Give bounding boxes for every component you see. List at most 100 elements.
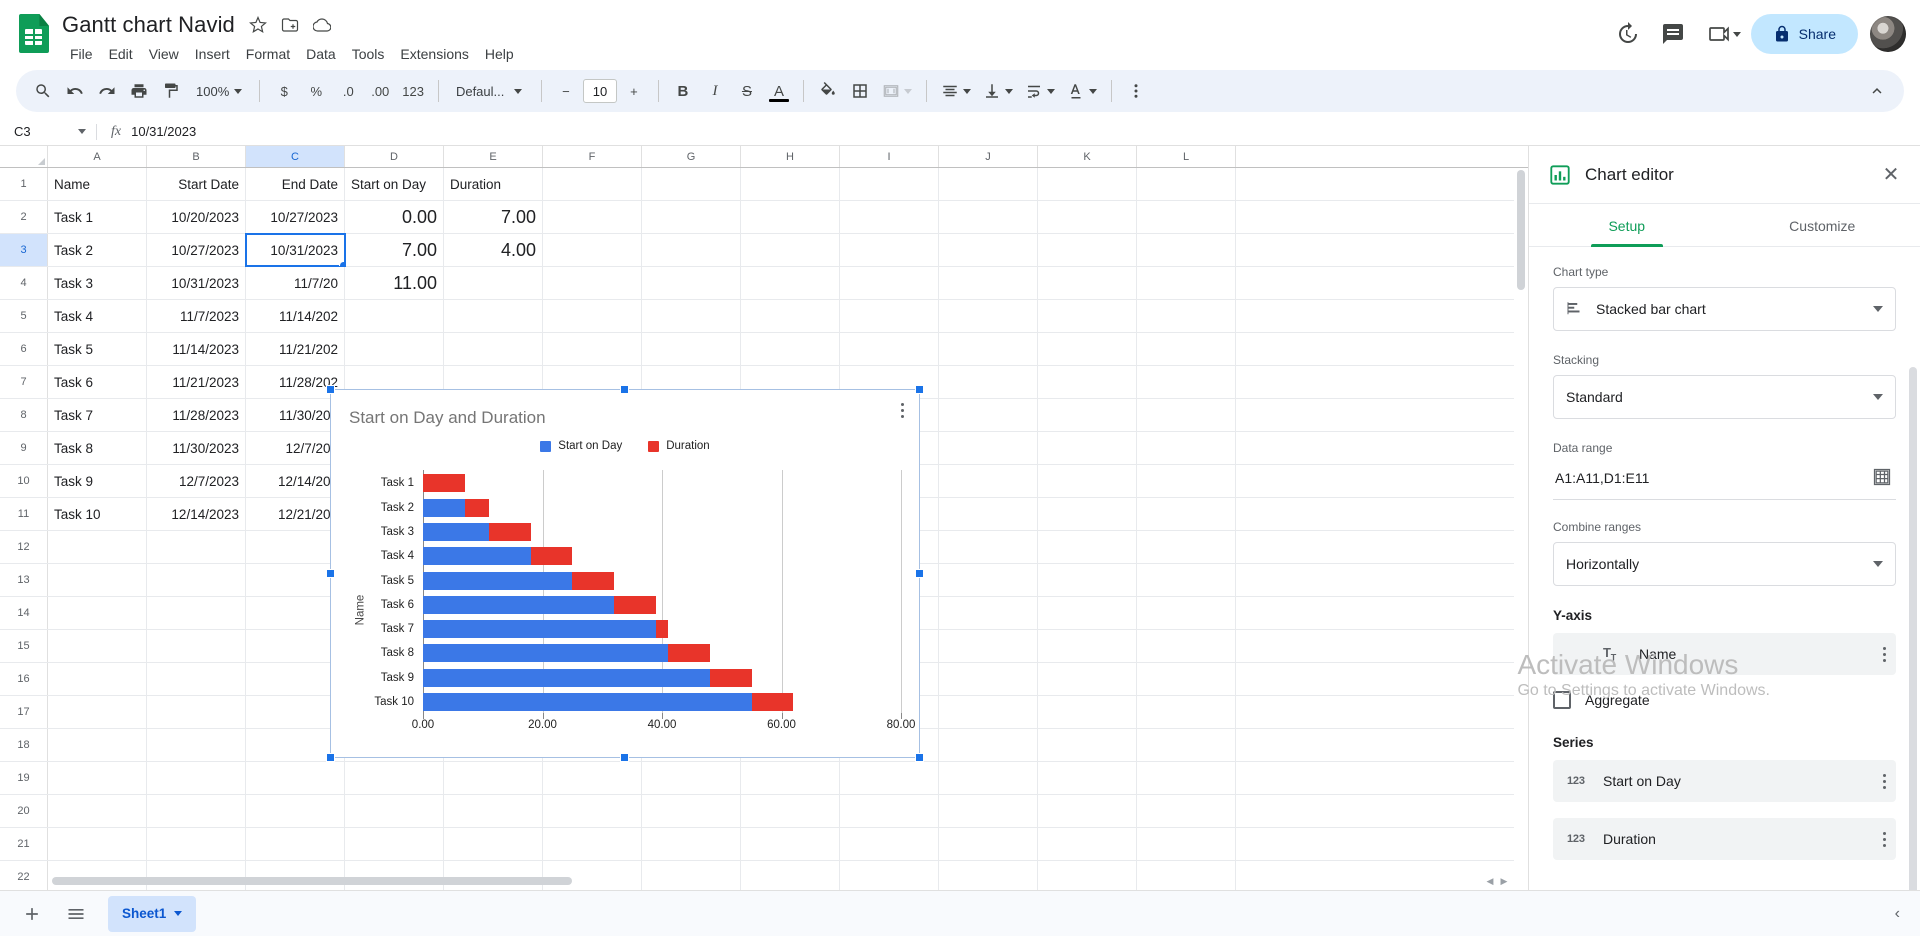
cell-A4[interactable]: Task 3 xyxy=(48,267,147,299)
cell-K8[interactable] xyxy=(1038,399,1137,431)
cell-B3[interactable]: 10/27/2023 xyxy=(147,234,246,266)
row-header-7[interactable]: 7 xyxy=(0,366,48,398)
currency-format-button[interactable]: $ xyxy=(269,76,299,106)
cell-A20[interactable] xyxy=(48,795,147,827)
menu-file[interactable]: File xyxy=(62,42,101,66)
row-header-22[interactable]: 22 xyxy=(0,861,48,890)
chevron-down-icon[interactable] xyxy=(174,911,183,916)
cell-C20[interactable] xyxy=(246,795,345,827)
cell-I2[interactable] xyxy=(840,201,939,233)
decrease-decimal-button[interactable]: .0 xyxy=(333,76,363,106)
strikethrough-button[interactable]: S xyxy=(732,76,762,106)
resize-handle-top-left[interactable] xyxy=(326,385,335,394)
cell-A13[interactable] xyxy=(48,564,147,596)
cell-L8[interactable] xyxy=(1137,399,1236,431)
redo-icon[interactable] xyxy=(92,76,122,106)
cell-E4[interactable] xyxy=(444,267,543,299)
sheet-tab-sheet1[interactable]: Sheet1 xyxy=(108,895,197,932)
cell-J18[interactable] xyxy=(939,729,1038,761)
all-sheets-icon[interactable] xyxy=(58,896,94,932)
chart-bar-segment-duration[interactable] xyxy=(464,498,489,517)
tab-setup[interactable]: Setup xyxy=(1529,204,1725,246)
cell-A5[interactable]: Task 4 xyxy=(48,300,147,332)
cell-L4[interactable] xyxy=(1137,267,1236,299)
cell-B18[interactable] xyxy=(147,729,246,761)
text-rotation-icon[interactable] xyxy=(1062,76,1102,106)
percent-format-button[interactable]: % xyxy=(301,76,331,106)
cell-J19[interactable] xyxy=(939,762,1038,794)
cell-L20[interactable] xyxy=(1137,795,1236,827)
increase-decimal-button[interactable]: .00 xyxy=(365,76,395,106)
close-icon[interactable]: ✕ xyxy=(1876,160,1906,190)
chevron-down-icon[interactable] xyxy=(1873,394,1883,400)
row-header-20[interactable]: 20 xyxy=(0,795,48,827)
cell-B21[interactable] xyxy=(147,828,246,860)
y-axis-options-icon[interactable] xyxy=(1883,646,1886,662)
resize-handle-top-middle[interactable] xyxy=(620,385,629,394)
cell-G19[interactable] xyxy=(642,762,741,794)
chart-bar-segment-duration[interactable] xyxy=(751,693,794,712)
cell-L7[interactable] xyxy=(1137,366,1236,398)
cell-J11[interactable] xyxy=(939,498,1038,530)
chevron-down-icon[interactable] xyxy=(1873,306,1883,312)
aggregate-checkbox[interactable] xyxy=(1553,691,1571,709)
column-header-F[interactable]: F xyxy=(543,146,642,167)
data-range-value[interactable]: A1:A11,D1:E11 xyxy=(1555,470,1649,486)
cell-E3[interactable]: 4.00 xyxy=(444,234,543,266)
cell-J21[interactable] xyxy=(939,828,1038,860)
select-data-range-icon[interactable] xyxy=(1872,467,1894,489)
menu-data[interactable]: Data xyxy=(298,42,344,66)
expand-icon[interactable]: ‹ xyxy=(1895,905,1906,923)
chart-bar-segment-duration[interactable] xyxy=(530,547,573,566)
undo-icon[interactable] xyxy=(60,76,90,106)
cell-J8[interactable] xyxy=(939,399,1038,431)
cell-H4[interactable] xyxy=(741,267,840,299)
cell-A15[interactable] xyxy=(48,630,147,662)
chart-bar-segment-duration[interactable] xyxy=(709,668,752,687)
cell-K19[interactable] xyxy=(1038,762,1137,794)
cell-B19[interactable] xyxy=(147,762,246,794)
menu-extensions[interactable]: Extensions xyxy=(392,42,476,66)
cell-D20[interactable] xyxy=(345,795,444,827)
cell-K1[interactable] xyxy=(1038,168,1137,200)
cell-C2[interactable]: 10/27/2023 xyxy=(246,201,345,233)
share-button[interactable]: Share xyxy=(1750,14,1858,54)
row-header-2[interactable]: 2 xyxy=(0,201,48,233)
font-family-selector[interactable]: Defaul... xyxy=(448,84,532,99)
cloud-saved-icon[interactable] xyxy=(311,14,333,36)
chevron-down-icon[interactable] xyxy=(903,88,912,94)
vertical-align-icon[interactable] xyxy=(978,76,1018,106)
row-header-14[interactable]: 14 xyxy=(0,597,48,629)
search-icon[interactable] xyxy=(28,76,58,106)
cell-K14[interactable] xyxy=(1038,597,1137,629)
horizontal-align-icon[interactable] xyxy=(936,76,976,106)
cell-G6[interactable] xyxy=(642,333,741,365)
menu-help[interactable]: Help xyxy=(477,42,522,66)
merge-cells-icon[interactable] xyxy=(877,76,917,106)
row-header-19[interactable]: 19 xyxy=(0,762,48,794)
cell-A14[interactable] xyxy=(48,597,147,629)
cell-K3[interactable] xyxy=(1038,234,1137,266)
comment-icon[interactable] xyxy=(1653,14,1693,54)
name-box[interactable]: C3 xyxy=(0,118,96,145)
row-header-4[interactable]: 4 xyxy=(0,267,48,299)
cell-K15[interactable] xyxy=(1038,630,1137,662)
series-options-icon[interactable] xyxy=(1883,773,1886,789)
move-to-folder-icon[interactable] xyxy=(279,14,301,36)
cell-L1[interactable] xyxy=(1137,168,1236,200)
cell-B15[interactable] xyxy=(147,630,246,662)
column-header-J[interactable]: J xyxy=(939,146,1038,167)
cell-I5[interactable] xyxy=(840,300,939,332)
row-header-10[interactable]: 10 xyxy=(0,465,48,497)
cell-H5[interactable] xyxy=(741,300,840,332)
cell-B14[interactable] xyxy=(147,597,246,629)
avatar[interactable] xyxy=(1870,16,1906,52)
vertical-scrollbar[interactable] xyxy=(1514,168,1528,862)
column-header-A[interactable]: A xyxy=(48,146,147,167)
aggregate-checkbox-row[interactable]: Aggregate xyxy=(1553,691,1896,709)
more-options-icon[interactable] xyxy=(1121,76,1151,106)
chart-bar-segment-start-on-day[interactable] xyxy=(423,644,668,663)
cell-B13[interactable] xyxy=(147,564,246,596)
cell-A2[interactable]: Task 1 xyxy=(48,201,147,233)
cell-G4[interactable] xyxy=(642,267,741,299)
